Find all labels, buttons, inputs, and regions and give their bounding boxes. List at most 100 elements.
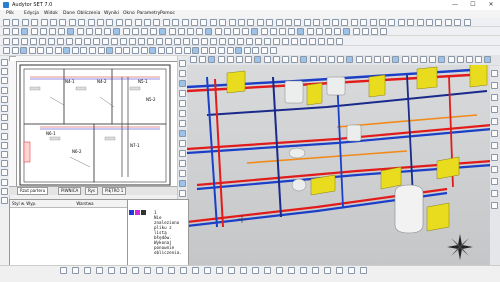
toolbar-button[interactable] [132, 267, 139, 274]
toolbar-button[interactable] [204, 267, 211, 274]
toolbar-button[interactable] [238, 19, 245, 26]
maximize-button[interactable]: ☐ [464, 0, 482, 10]
toolbar-button[interactable] [1, 95, 8, 103]
toolbar-button[interactable] [328, 56, 335, 63]
toolbar-button[interactable] [228, 38, 235, 45]
toolbar-button[interactable] [12, 38, 19, 45]
toolbar-button[interactable] [68, 19, 76, 26]
toolbar-button[interactable] [30, 28, 38, 35]
toolbar-button[interactable] [180, 267, 187, 274]
toolbar-button[interactable] [28, 47, 36, 54]
toolbar-button[interactable] [95, 28, 102, 35]
toolbar-button[interactable] [252, 267, 259, 274]
toolbar-button[interactable] [153, 19, 161, 26]
toolbar-button[interactable] [192, 38, 199, 45]
toolbar-button[interactable] [332, 19, 339, 26]
toolbar-button[interactable] [84, 267, 91, 274]
toolbar-button[interactable] [336, 38, 343, 45]
toolbar-button[interactable] [223, 28, 231, 35]
menu-calculations[interactable]: Obliczenia [77, 11, 100, 16]
toolbar-button[interactable] [447, 56, 455, 63]
toolbar-button[interactable] [183, 47, 191, 54]
toolbar-button[interactable] [352, 28, 360, 35]
toolbar-button[interactable] [491, 190, 498, 197]
toolbar-button[interactable] [218, 47, 225, 54]
toolbar-button[interactable] [141, 28, 148, 35]
toolbar-button[interactable] [113, 28, 121, 35]
toolbar-button[interactable] [219, 19, 227, 26]
toolbar-button[interactable] [102, 38, 109, 45]
toolbar-button[interactable] [150, 28, 158, 35]
toolbar-button[interactable] [343, 28, 351, 35]
toolbar-button[interactable] [115, 19, 123, 26]
toolbar-button[interactable] [131, 28, 139, 35]
tab-ground-floor[interactable]: Rzut parteru [17, 187, 49, 195]
toolbar-button[interactable] [426, 19, 433, 26]
toolbar-button[interactable] [120, 267, 127, 274]
toolbar-button[interactable] [263, 56, 271, 63]
toolbar-button[interactable] [228, 19, 236, 26]
toolbar-button[interactable] [466, 56, 473, 63]
toolbar-button[interactable] [183, 38, 190, 45]
toolbar-button[interactable] [288, 28, 296, 35]
toolbar-button[interactable] [114, 47, 122, 54]
toolbar-button[interactable] [97, 19, 104, 26]
toolbar-button[interactable] [371, 28, 378, 35]
toolbar-button[interactable] [179, 190, 186, 197]
toolbar-button[interactable] [325, 28, 332, 35]
toolbar-button[interactable] [1, 197, 8, 204]
toolbar-button[interactable] [336, 267, 343, 274]
toolbar-button[interactable] [269, 47, 277, 54]
toolbar-button[interactable] [247, 19, 255, 26]
toolbar-button[interactable] [272, 56, 280, 63]
toolbar-button[interactable] [208, 56, 216, 63]
toolbar-button[interactable] [236, 56, 243, 63]
menu-results[interactable]: Wyniki [104, 11, 119, 16]
toolbar-button[interactable] [300, 56, 308, 63]
toolbar-button[interactable] [484, 56, 492, 63]
toolbar-button[interactable] [380, 28, 388, 35]
toolbar-button[interactable] [1, 178, 8, 186]
toolbar-button[interactable] [166, 47, 174, 54]
toolbar-button[interactable] [46, 47, 53, 54]
toolbar-button[interactable] [294, 19, 302, 26]
toolbar-button[interactable] [252, 47, 260, 54]
toolbar-button[interactable] [276, 267, 283, 274]
toolbar-button[interactable] [179, 60, 186, 67]
toolbar-button[interactable] [282, 56, 289, 63]
toolbar-button[interactable] [410, 56, 418, 63]
toolbar-button[interactable] [312, 267, 319, 274]
toolbar-button[interactable] [255, 38, 262, 45]
toolbar-button[interactable] [254, 56, 262, 63]
toolbar-button[interactable] [303, 19, 311, 26]
toolbar-button[interactable] [297, 28, 305, 35]
toolbar-button[interactable] [1, 105, 8, 112]
toolbar-button[interactable] [125, 19, 133, 26]
toolbar-button[interactable] [1, 132, 8, 140]
toolbar-button[interactable] [401, 56, 409, 63]
toolbar-button[interactable] [1, 123, 8, 131]
toolbar-button[interactable] [50, 19, 57, 26]
toolbar-button[interactable] [324, 267, 331, 274]
toolbar-button[interactable] [429, 56, 437, 63]
tab-first-floor[interactable]: PIĘTRO 1 [102, 187, 127, 195]
toolbar-button[interactable] [318, 56, 326, 63]
toolbar-button[interactable] [245, 56, 253, 63]
toolbar-button[interactable] [240, 267, 247, 274]
toolbar-button[interactable] [491, 106, 498, 113]
toolbar-button[interactable] [279, 28, 286, 35]
toolbar-button[interactable] [256, 19, 264, 26]
toolbar-button[interactable] [264, 38, 271, 45]
toolbar-button[interactable] [322, 19, 330, 26]
toolbar-button[interactable] [242, 28, 250, 35]
toolbar-button[interactable] [444, 19, 452, 26]
toolbar-button[interactable] [233, 28, 240, 35]
toolbar-button[interactable] [360, 267, 367, 274]
toolbar-button[interactable] [1, 141, 8, 149]
tab-drawing[interactable]: Rys [85, 187, 99, 195]
toolbar-button[interactable] [463, 19, 471, 26]
toolbar-button[interactable] [87, 19, 95, 26]
toolbar-button[interactable] [219, 38, 226, 45]
toolbar-button[interactable] [217, 56, 225, 63]
toolbar-button[interactable] [309, 56, 317, 63]
